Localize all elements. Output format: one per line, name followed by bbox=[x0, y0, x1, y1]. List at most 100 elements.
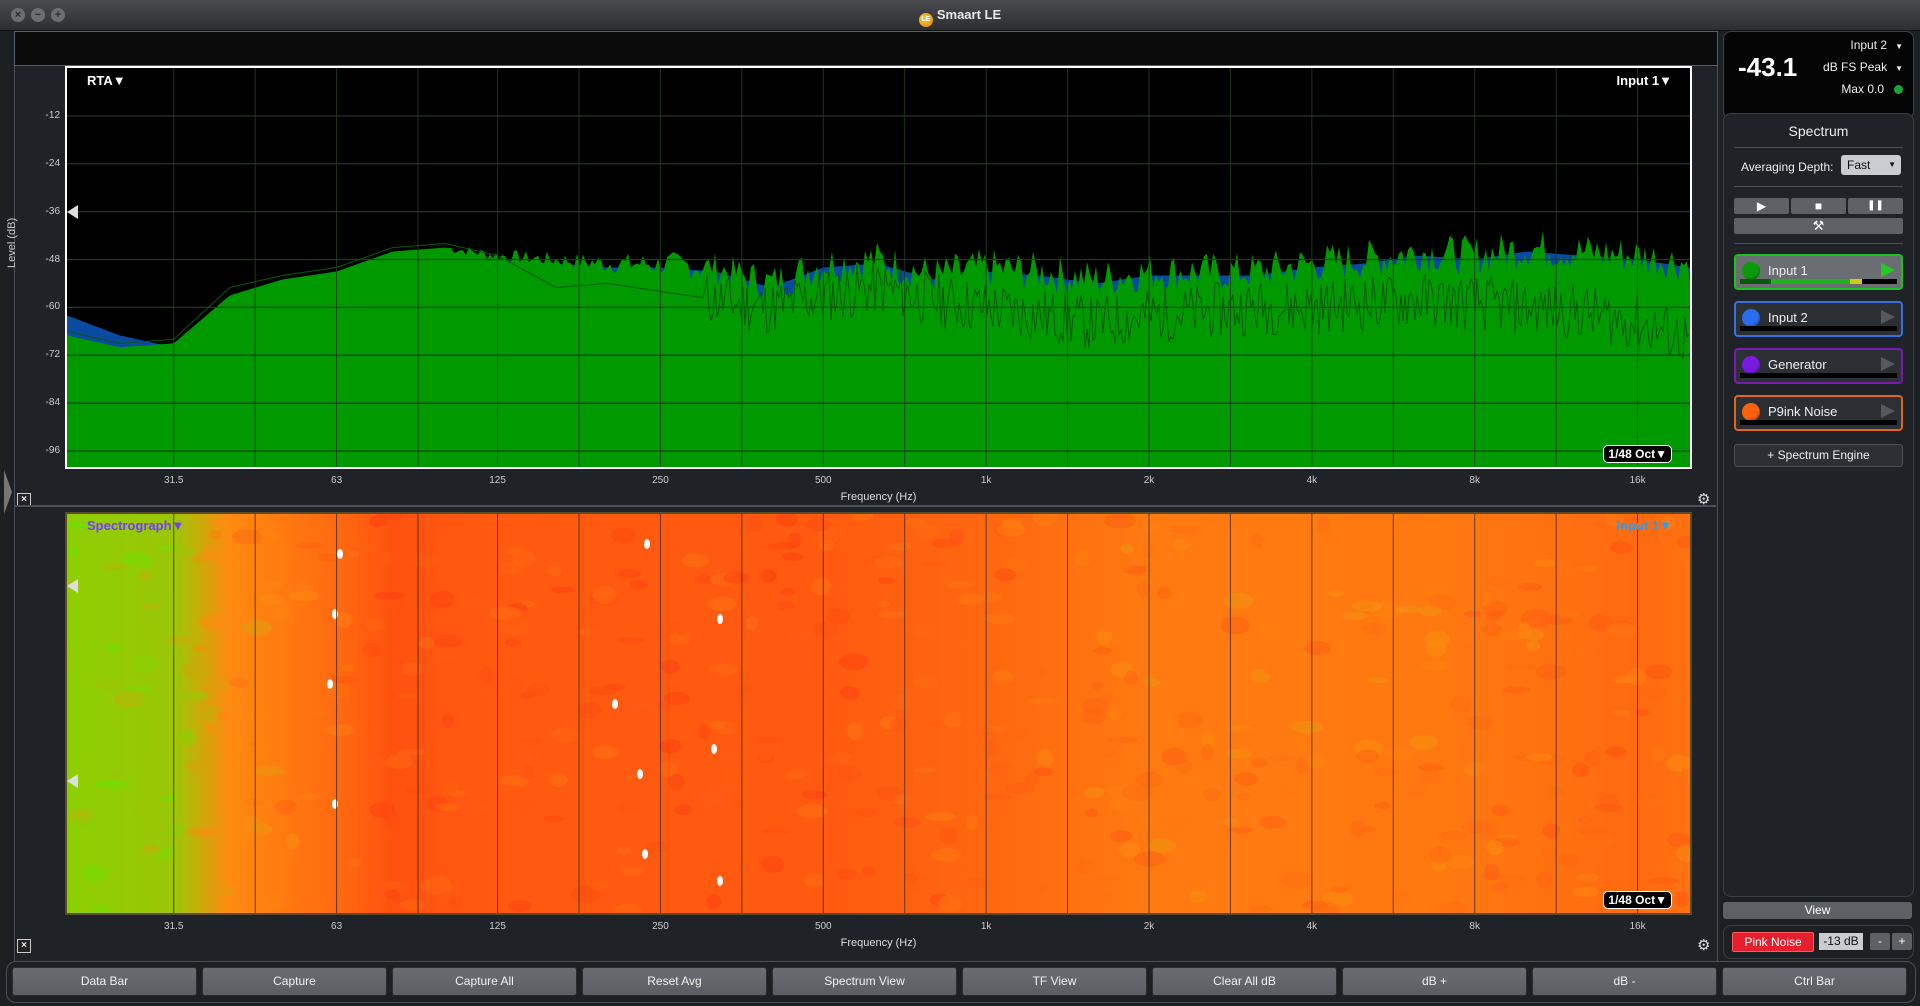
spectrograph-blob bbox=[728, 799, 747, 811]
spectrograph-blob bbox=[1650, 745, 1666, 763]
spectrograph-blob bbox=[910, 521, 941, 539]
spectrograph-source-dropdown[interactable]: Input 1▼ bbox=[1617, 518, 1672, 533]
spectrograph-blob bbox=[254, 742, 270, 754]
spectrograph-blob bbox=[663, 691, 691, 706]
engine-name: P9ink Noise bbox=[1768, 404, 1838, 419]
spectrograph-peak-hotspot bbox=[612, 699, 618, 709]
spectrograph-blob bbox=[519, 764, 535, 781]
rta-mode-dropdown[interactable]: RTA▼ bbox=[87, 73, 126, 88]
spectrograph-blob bbox=[577, 702, 602, 719]
spectrum-view-button[interactable]: Spectrum View bbox=[772, 967, 957, 996]
data-bar-button[interactable]: Data Bar bbox=[12, 967, 197, 996]
capture-button[interactable]: Capture bbox=[202, 967, 387, 996]
spectrograph-blob bbox=[434, 803, 461, 811]
spectrograph-blob bbox=[629, 580, 648, 590]
spectrograph-blob bbox=[1429, 846, 1451, 865]
averaging-depth-select[interactable]: Fast ▼ bbox=[1841, 155, 1901, 175]
y-tick-label: -48 bbox=[45, 253, 60, 265]
spectrograph-blob bbox=[874, 556, 903, 569]
tools-icon[interactable]: ⚒ bbox=[1734, 218, 1903, 234]
spectrograph-blob bbox=[385, 889, 400, 900]
spectrograph-lower-threshold-handle[interactable] bbox=[67, 774, 78, 788]
spectrograph-blob bbox=[955, 593, 984, 606]
ctrl-bar-button[interactable]: Ctrl Bar bbox=[1722, 967, 1907, 996]
rta-source-dropdown[interactable]: Input 1▼ bbox=[1617, 73, 1672, 88]
spectrograph-blob bbox=[185, 761, 205, 773]
spectrograph-blob bbox=[504, 637, 521, 647]
engine-play-icon[interactable] bbox=[1881, 404, 1895, 418]
x-tick-label: 125 bbox=[489, 475, 506, 486]
x-tick-label: 2k bbox=[1143, 921, 1155, 932]
meter-max[interactable]: Max 0.0 bbox=[1841, 82, 1903, 96]
spectrograph-blob bbox=[1148, 838, 1177, 853]
spectrograph-blob bbox=[374, 592, 405, 600]
spectrograph-blob bbox=[985, 741, 1000, 757]
capture-all-button[interactable]: Capture All bbox=[392, 967, 577, 996]
spectrograph-blob bbox=[587, 685, 619, 696]
pause-button[interactable]: ❚❚ bbox=[1848, 198, 1903, 214]
spectrograph-mode-dropdown[interactable]: Spectrograph▼ bbox=[87, 518, 184, 533]
spectrograph-blob bbox=[138, 571, 152, 580]
engine-generator[interactable]: Generator bbox=[1734, 348, 1903, 384]
generator-level-plus-button[interactable]: + bbox=[1892, 933, 1912, 950]
engine-play-icon[interactable] bbox=[1881, 310, 1895, 324]
spectrograph-blob bbox=[270, 605, 290, 618]
spectrograph-blob bbox=[1536, 870, 1553, 889]
spectrograph-blob bbox=[1265, 666, 1278, 677]
spectrograph-blob bbox=[1366, 676, 1390, 684]
spectrograph-close-icon[interactable]: × bbox=[17, 939, 31, 953]
engine-p9ink-noise[interactable]: P9ink Noise bbox=[1734, 395, 1903, 431]
engine-play-icon[interactable] bbox=[1881, 357, 1895, 371]
spectrograph-upper-threshold-handle[interactable] bbox=[67, 579, 78, 593]
spectrograph-blob bbox=[786, 769, 806, 780]
spectrograph-plot[interactable]: Spectrograph▼ Input 1▼ 1/48 Oct▼ bbox=[65, 512, 1692, 915]
spectrograph-blob bbox=[1223, 592, 1254, 610]
rta-plot[interactable]: RTA▼ Input 1▼ 1/48 Oct▼ bbox=[65, 66, 1692, 469]
spectrograph-blob bbox=[1576, 873, 1600, 882]
spectrograph-blob bbox=[207, 884, 235, 898]
spectrograph-blob bbox=[810, 577, 832, 596]
spectrograph-blob bbox=[1495, 779, 1513, 789]
spectrograph-blob bbox=[1542, 823, 1561, 839]
pane-divider[interactable] bbox=[14, 505, 1716, 507]
pink-noise-generator-button[interactable]: Pink Noise bbox=[1732, 932, 1814, 952]
spectrograph-peak-hotspot bbox=[332, 609, 338, 619]
view-button[interactable]: View bbox=[1723, 902, 1912, 919]
db-button[interactable]: dB - bbox=[1532, 967, 1717, 996]
window-title: LE Smaart LE bbox=[0, 7, 1920, 27]
meter-unit-dropdown[interactable]: dB FS Peak ▼ bbox=[1823, 60, 1903, 74]
spectrograph-blob bbox=[1250, 533, 1264, 549]
spectrograph-blob bbox=[113, 690, 144, 708]
spectrograph-blob bbox=[1269, 754, 1294, 761]
stop-button[interactable]: ■ bbox=[1791, 198, 1846, 214]
spectrograph-settings-gear-icon[interactable]: ⚙ bbox=[1697, 936, 1710, 954]
engine-input-2[interactable]: Input 2 bbox=[1734, 301, 1903, 337]
spectrograph-blob bbox=[838, 653, 869, 671]
db-button[interactable]: dB + bbox=[1342, 967, 1527, 996]
spectrograph-blob bbox=[1466, 715, 1493, 730]
generator-level-minus-button[interactable]: - bbox=[1870, 933, 1890, 950]
clear-all-db-button[interactable]: Clear All dB bbox=[1152, 967, 1337, 996]
engine-input-1[interactable]: Input 1 bbox=[1734, 254, 1903, 290]
rta-level-marker-handle[interactable] bbox=[67, 205, 78, 219]
spectrograph-blob bbox=[418, 636, 435, 649]
spectrograph-blob bbox=[1266, 846, 1294, 853]
spectrograph-blob bbox=[259, 594, 283, 606]
meter-unit-label: dB FS Peak bbox=[1823, 60, 1888, 74]
spectrograph-resolution-dropdown[interactable]: 1/48 Oct▼ bbox=[1603, 891, 1672, 909]
spectrograph-peak-hotspot bbox=[327, 679, 333, 689]
y-tick-label: -12 bbox=[45, 109, 60, 121]
play-button[interactable]: ▶ bbox=[1734, 198, 1789, 214]
add-spectrum-engine-button[interactable]: + Spectrum Engine bbox=[1734, 444, 1903, 467]
rta-resolution-dropdown[interactable]: 1/48 Oct▼ bbox=[1603, 445, 1672, 463]
spectrograph-blob bbox=[1237, 793, 1251, 801]
spectrograph-blob bbox=[369, 824, 390, 840]
tf-view-button[interactable]: TF View bbox=[962, 967, 1147, 996]
spectrograph-blob bbox=[876, 600, 891, 608]
engine-play-icon[interactable] bbox=[1881, 263, 1895, 277]
spectrograph-blob bbox=[804, 873, 824, 888]
spectrograph-blob bbox=[793, 647, 808, 666]
spectrograph-blob bbox=[1220, 829, 1237, 840]
reset-avg-button[interactable]: Reset Avg bbox=[582, 967, 767, 996]
meter-source-dropdown[interactable]: Input 2 ▼ bbox=[1850, 38, 1903, 52]
